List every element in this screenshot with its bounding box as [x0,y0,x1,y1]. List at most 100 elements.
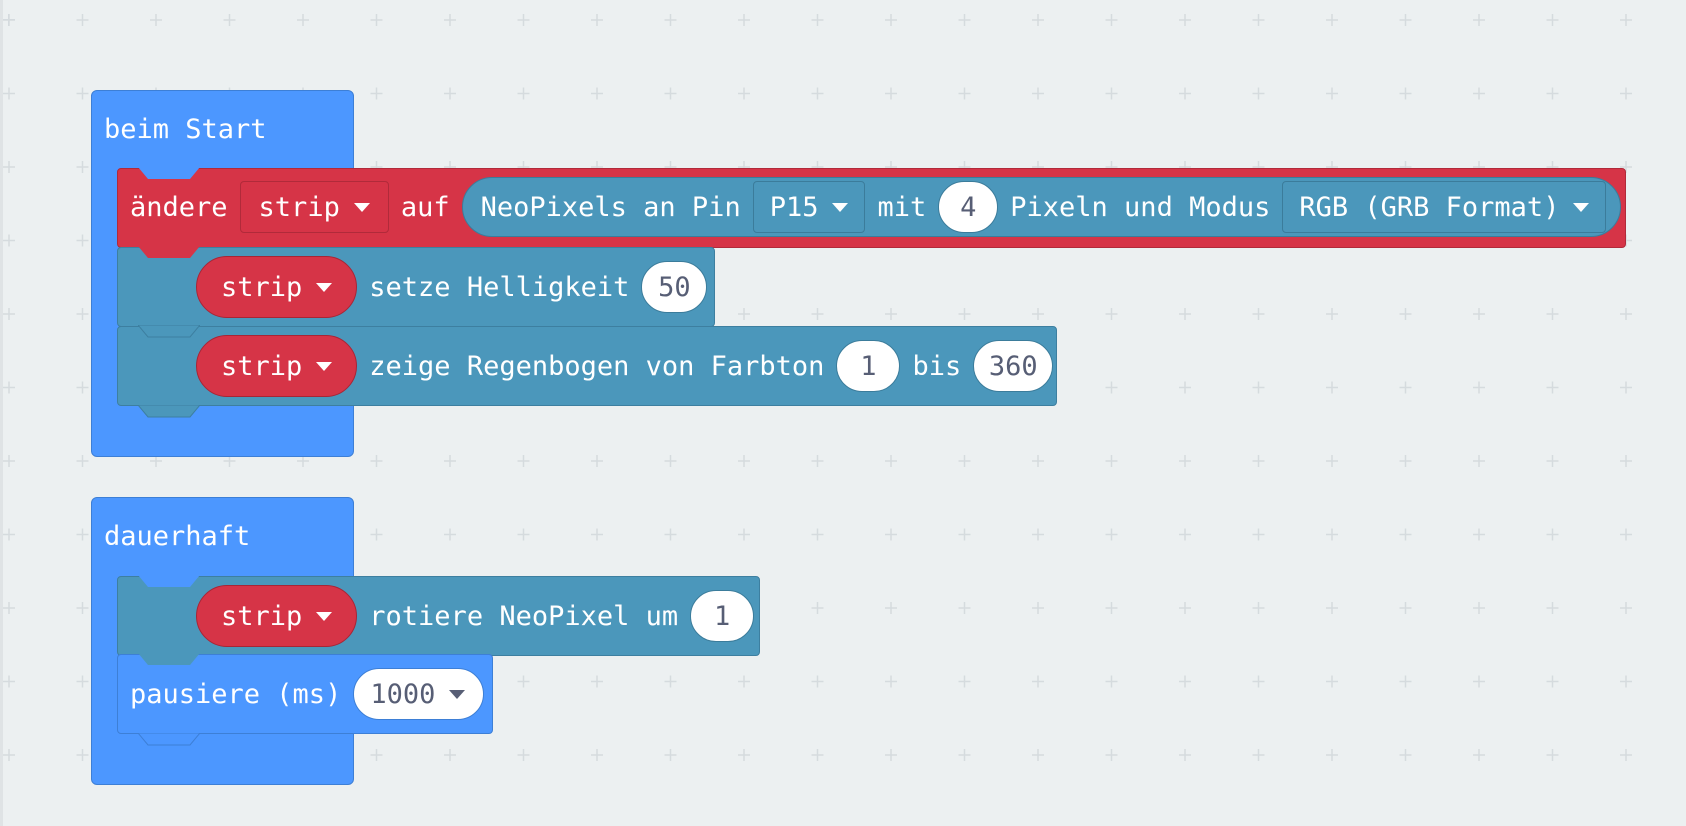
variable-dropdown[interactable]: strip [239,181,389,233]
grid-cross [1399,675,1412,688]
grid-cross [517,528,530,541]
grid-cross [811,87,824,100]
grid-cross [76,528,89,541]
grid-cross [1546,308,1559,320]
grid-cross [1179,602,1191,614]
block-tab [138,405,200,418]
grid-cross [1473,675,1485,688]
grid-cross [1399,749,1412,761]
pixel-count-input[interactable]: 4 [938,181,999,233]
grid-cross [1399,308,1412,320]
grid-cross [370,455,383,467]
pause-block[interactable]: pausiere (ms) 1000 [117,653,493,746]
grid-cross [3,234,15,247]
pause-duration-value: 1000 [370,678,436,710]
grid-cross [738,87,750,100]
brightness-input[interactable]: 50 [641,261,708,313]
grid-cross [1473,455,1485,467]
grid-cross [885,455,897,467]
grid-cross [885,308,897,320]
grid-cross [591,675,603,688]
mode-label: Pixeln und Modus [1010,191,1271,223]
grid-cross [1546,602,1559,614]
grid-cross [1399,455,1412,467]
grid-cross [370,87,383,100]
grid-cross [885,749,897,761]
grid-cross [517,749,530,761]
grid-cross [664,528,677,541]
forever-title: dauerhaft [104,521,251,552]
grid-cross [1032,675,1044,688]
grid-cross [738,749,750,761]
grid-cross [3,381,15,394]
grid-cross [1032,308,1044,320]
grid-cross [1252,455,1265,467]
set-to-label: auf [400,191,450,223]
strip-variable-reporter[interactable]: strip [196,335,358,397]
grid-cross [664,675,677,688]
grid-cross [1620,528,1632,541]
strip-variable-reporter[interactable]: strip [196,585,358,647]
grid-cross [738,308,750,320]
grid-cross [664,749,677,761]
grid-cross [811,14,824,26]
grid-cross [1326,675,1338,688]
grid-cross [1473,602,1485,614]
grid-cross [1620,455,1632,467]
grid-cross [1546,675,1559,688]
variable-name: strip [221,271,303,303]
grid-cross [1326,602,1338,614]
grid-cross [811,528,824,541]
variable-name: strip [221,350,303,382]
neopixel-create-reporter[interactable]: NeoPixels an Pin P15 mit 4 Pixeln und Mo… [461,177,1622,237]
rotate-offset-input[interactable]: 1 [690,590,755,642]
grid-cross [1326,528,1338,541]
grid-cross [1252,602,1265,614]
pin-value: P15 [769,191,819,223]
grid-cross [1179,675,1191,688]
show-rainbow-block[interactable]: strip zeige Regenbogen von Farbton 1 bis… [117,325,1057,418]
set-strip-block[interactable]: ändere strip auf NeoPixels an Pin P15 mi… [117,167,1626,248]
pause-duration-dropdown[interactable]: 1000 [353,668,485,720]
grid-cross [1252,528,1265,541]
grid-cross [297,14,309,26]
grid-cross [1105,14,1118,26]
grid-cross [1546,528,1559,541]
grid-cross [370,749,383,761]
grid-cross [738,14,750,26]
grid-cross [1473,381,1485,394]
grid-cross [1620,308,1632,320]
block-notch [138,246,200,258]
rotate-block[interactable]: strip rotiere NeoPixel um 1 [117,575,760,656]
set-verb-label: ändere [130,191,228,223]
dropdown-caret-icon [1573,202,1590,212]
grid-cross [1620,749,1632,761]
rainbow-label: zeige Regenbogen von Farbton [369,350,825,382]
strip-variable-reporter[interactable]: strip [196,256,358,318]
set-brightness-block[interactable]: strip setze Helligkeit 50 [117,246,715,327]
grid-cross [1252,381,1265,394]
grid-cross [1546,87,1559,100]
grid-cross [1473,528,1485,541]
grid-cross [1032,87,1044,100]
grid-cross [3,308,15,320]
dropdown-caret-icon [316,282,333,292]
pin-dropdown[interactable]: P15 [752,181,866,233]
hue-from-input[interactable]: 1 [836,340,901,392]
grid-cross [811,308,824,320]
block-notch [138,325,200,338]
grid-cross [1326,14,1338,26]
grid-cross [1032,455,1044,467]
grid-cross [370,14,383,26]
mode-dropdown[interactable]: RGB (GRB Format) [1282,181,1607,233]
grid-cross [885,675,897,688]
grid-cross [1105,602,1118,614]
grid-cross [1252,87,1265,100]
grid-cross [1105,528,1118,541]
blocks-workspace[interactable]: beim Start ändere strip auf NeoPixels an… [0,0,1686,826]
grid-cross [738,455,750,467]
grid-cross [517,14,530,26]
grid-cross [1179,528,1191,541]
grid-cross [1252,308,1265,320]
hue-to-input[interactable]: 360 [973,340,1054,392]
